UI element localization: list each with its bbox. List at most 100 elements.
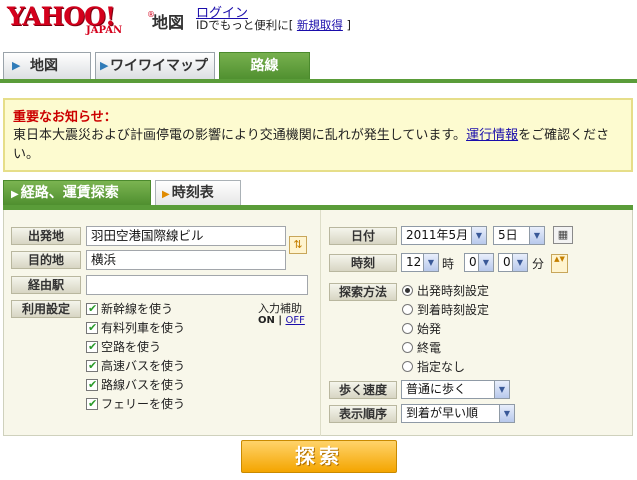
time-spinner-icon[interactable]: ▲▼	[551, 254, 568, 273]
radio-label: 出発時刻設定	[417, 284, 490, 298]
option-route-bus[interactable]: ✔ 路線バスを使う	[86, 377, 185, 393]
via-label: 経由駅	[11, 276, 81, 294]
tab-waiwai-map[interactable]: ▶ ワイワイマップ	[95, 52, 215, 79]
login-note-suffix: ]	[342, 18, 352, 32]
from-label: 出発地	[11, 227, 81, 245]
minute-unit: 分	[532, 257, 545, 271]
walk-speed-select[interactable]: 普通に歩く ▼	[401, 380, 510, 399]
tab-route-fare-search-label: 経路、運賃探索	[20, 185, 119, 201]
swap-icon[interactable]: ⇅	[289, 236, 307, 254]
tab-arrow-icon: ▶	[11, 189, 19, 200]
check-icon: ✔	[88, 302, 98, 315]
checkbox[interactable]: ✔	[86, 321, 98, 334]
search-button[interactable]: 探索	[241, 440, 397, 473]
checkbox[interactable]: ✔	[86, 378, 98, 391]
walk-speed-label: 歩く速度	[329, 381, 397, 399]
panel-divider	[320, 210, 321, 436]
search-tabs: ▶ 経路、運賃探索 ▶ 時刻表	[3, 180, 633, 210]
tab-arrow-icon: ▶	[162, 189, 170, 200]
login-note-prefix: IDでもっと便利に[	[196, 18, 297, 32]
chevron-down-icon: ▼	[478, 254, 493, 271]
chevron-down-icon: ▼	[423, 254, 438, 271]
day-value: 5日	[498, 228, 518, 242]
option-label: 路線バスを使う	[101, 378, 186, 392]
option-ferry[interactable]: ✔ フェリーを使う	[86, 396, 185, 412]
tab-route-fare-search[interactable]: ▶ 経路、運賃探索	[3, 180, 151, 206]
check-icon: ✔	[88, 397, 98, 410]
notice-title: 重要なお知らせ：	[13, 110, 117, 125]
tab-map-label: 地図	[30, 58, 58, 74]
check-icon: ✔	[88, 321, 98, 334]
important-notice: 重要なお知らせ： 東日本大震災および計画停電の影響により交通機関に乱れが発生して…	[3, 98, 633, 172]
radio-button[interactable]	[402, 304, 413, 315]
method-last-train[interactable]: 終電	[402, 340, 441, 356]
radio-button[interactable]	[402, 361, 413, 372]
sort-order-select[interactable]: 到着が早い順 ▼	[401, 404, 515, 423]
input-assist-separator: |	[278, 315, 283, 326]
via-input[interactable]	[86, 275, 308, 295]
method-arrival[interactable]: 到着時刻設定	[402, 302, 489, 318]
option-label: 有料列車を使う	[101, 321, 186, 335]
tab-route[interactable]: 路線	[219, 52, 310, 80]
hour-value: 12	[406, 255, 422, 269]
chevron-down-icon: ▼	[494, 381, 509, 398]
day-select[interactable]: 5日 ▼	[493, 226, 545, 245]
checkbox[interactable]: ✔	[86, 359, 98, 372]
year-month-value: 2011年5月	[406, 228, 469, 242]
option-shinkansen[interactable]: ✔ 新幹線を使う	[86, 301, 173, 317]
method-departure[interactable]: 出発時刻設定	[402, 283, 489, 299]
from-input[interactable]: 羽田空港国際線ビル	[86, 226, 286, 246]
method-first-train[interactable]: 始発	[402, 321, 441, 337]
checkbox[interactable]: ✔	[86, 302, 98, 315]
checkbox[interactable]: ✔	[86, 397, 98, 410]
yahoo-japan-logo[interactable]: YAHOO! JAPAN ®	[7, 2, 155, 38]
to-input[interactable]: 横浜	[86, 250, 286, 270]
option-airline[interactable]: ✔ 空路を使う	[86, 339, 161, 355]
minute-tens-select[interactable]: 0 ▼	[464, 253, 494, 272]
check-icon: ✔	[88, 378, 98, 391]
chevron-down-icon: ▼	[529, 227, 544, 244]
year-month-select[interactable]: 2011年5月 ▼	[401, 226, 487, 245]
radio-label: 到着時刻設定	[417, 303, 490, 317]
tab-timetable[interactable]: ▶ 時刻表	[155, 180, 241, 206]
radio-label: 始発	[417, 322, 442, 336]
walk-speed-value: 普通に歩く	[406, 382, 467, 396]
minute-ones-select[interactable]: 0 ▼	[498, 253, 528, 272]
tab-arrow-icon: ▶	[12, 59, 21, 72]
method-unspecified[interactable]: 指定なし	[402, 359, 465, 375]
check-icon: ✔	[88, 340, 98, 353]
service-info-link[interactable]: 運行情報	[466, 128, 518, 143]
tab-arrow-icon: ▶	[100, 59, 109, 72]
radio-button[interactable]	[402, 285, 413, 296]
radio-selected-dot	[405, 288, 410, 293]
chevron-down-icon: ▼	[512, 254, 527, 271]
register-link[interactable]: 新規取得	[297, 18, 343, 32]
service-name: 地図	[152, 13, 185, 32]
calendar-icon[interactable]: ▦	[553, 226, 573, 244]
option-label: 新幹線を使う	[101, 302, 174, 316]
notice-body: 東日本大震災および計画停電の影響により交通機関に乱れが発生しています。運行情報を…	[13, 126, 625, 164]
radio-label: 終電	[417, 341, 442, 355]
option-highway-bus[interactable]: ✔ 高速バスを使う	[86, 358, 185, 374]
tab-map[interactable]: ▶ 地図	[3, 52, 91, 79]
tab-route-label: 路線	[250, 58, 279, 74]
time-label: 時刻	[329, 254, 397, 272]
radio-label: 指定なし	[417, 360, 466, 374]
date-label: 日付	[329, 227, 397, 245]
hour-select[interactable]: 12 ▼	[401, 253, 439, 272]
sort-order-value: 到着が早い順	[406, 406, 479, 420]
tab-timetable-label: 時刻表	[171, 185, 214, 201]
checkbox[interactable]: ✔	[86, 340, 98, 353]
input-assist-off-link[interactable]: OFF	[286, 315, 305, 326]
radio-button[interactable]	[402, 323, 413, 334]
chevron-down-icon: ▼	[499, 405, 514, 422]
chevron-down-icon: ▼	[471, 227, 486, 244]
option-label: 高速バスを使う	[101, 359, 186, 373]
logo-sub: JAPAN	[86, 25, 123, 36]
input-assist-title: 入力補助	[258, 302, 302, 315]
main-tabs-underline	[0, 79, 637, 83]
minute-ones-value: 0	[503, 255, 511, 269]
option-paid-train[interactable]: ✔ 有料列車を使う	[86, 320, 185, 336]
radio-button[interactable]	[402, 342, 413, 353]
option-label: 空路を使う	[101, 340, 162, 354]
